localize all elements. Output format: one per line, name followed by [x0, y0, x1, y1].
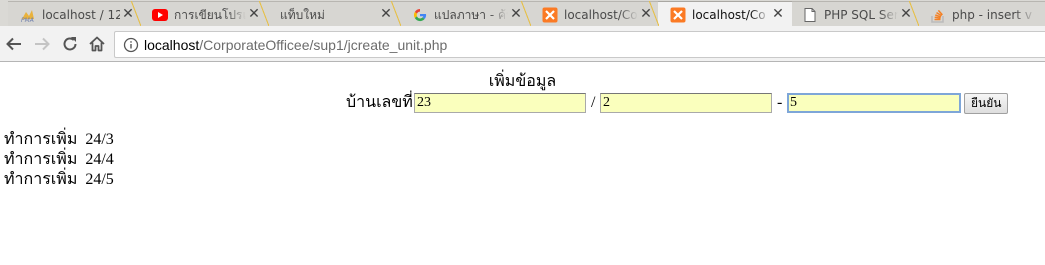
tab-title: localhost / 12 — [42, 8, 120, 22]
tab-strip: PMA localhost / 12 ✕ การเขียนโปรแกรม ✕ แ… — [0, 0, 1045, 26]
result-text: ทำการเพิ่ม — [4, 131, 78, 148]
home-icon[interactable] — [87, 34, 107, 54]
info-icon[interactable] — [123, 37, 139, 53]
result-value: 24/5 — [85, 171, 114, 188]
page-title: เพิ่มข้อมูล — [488, 73, 557, 90]
tab-phpmyadmin[interactable]: PMA localhost / 12 ✕ — [8, 1, 142, 26]
dash-separator: - — [777, 94, 783, 111]
result-text: ทำการเพิ่ม — [4, 171, 78, 188]
xampp-icon — [670, 7, 686, 23]
forward-arrow-icon[interactable] — [32, 34, 52, 54]
xampp-icon — [542, 7, 558, 23]
result-value: 24/4 — [85, 151, 114, 168]
google-icon — [412, 7, 428, 23]
house-number-field-2[interactable] — [600, 93, 772, 113]
svg-text:PMA: PMA — [21, 17, 34, 23]
youtube-icon — [152, 7, 168, 23]
close-icon[interactable]: ✕ — [770, 6, 786, 22]
page-content: เพิ่มข้อมูล บ้านเลขที่ / - ยืนยัน ทำการเ… — [0, 62, 1045, 265]
tab-stackoverflow[interactable]: php - insert v ✕ — [909, 1, 1045, 26]
tab-title: การเขียนโปรแกรม — [174, 8, 246, 22]
tab-youtube[interactable]: การเขียนโปรแกรม ✕ — [131, 1, 268, 26]
slash-separator: / — [591, 94, 596, 111]
tab-localhost-active[interactable]: localhost/Co ✕ — [649, 1, 792, 26]
tab-php-sql-server[interactable]: PHP SQL Ser ✕ — [781, 1, 920, 26]
stackoverflow-icon — [930, 7, 946, 23]
back-arrow-icon[interactable] — [4, 34, 24, 54]
list-item: ทำการเพิ่ม 24/5 — [4, 171, 114, 191]
result-value: 24/3 — [85, 131, 114, 148]
address-bar[interactable]: localhost/CorporateOfficee/sup1/jcreate_… — [114, 31, 1045, 58]
reload-icon[interactable] — [60, 34, 80, 54]
tab-new-tab[interactable]: แท็บใหม่ ✕ — [259, 1, 400, 26]
list-item: ทำการเพิ่ม 24/3 — [4, 131, 114, 151]
tab-title: แปลภาษา - ค้นหา — [434, 8, 508, 22]
tab-title: php - insert v — [952, 8, 1032, 22]
tab-title: PHP SQL Ser — [824, 8, 898, 22]
document-icon — [802, 7, 818, 23]
url-host: localhost — [144, 37, 200, 53]
url-text[interactable]: localhost/CorporateOfficee/sup1/jcreate_… — [144, 37, 447, 53]
list-item: ทำการเพิ่ม 24/4 — [4, 151, 114, 171]
tab-title: localhost/Co — [692, 8, 766, 22]
house-number-field-1[interactable] — [414, 93, 586, 113]
result-text: ทำการเพิ่ม — [4, 151, 78, 168]
submit-button[interactable]: ยืนยัน — [964, 93, 1009, 114]
tab-google-translate[interactable]: แปลภาษา - ค้นหา ✕ — [391, 1, 530, 26]
phpmyadmin-icon: PMA — [20, 7, 36, 23]
house-number-field-3[interactable] — [787, 93, 961, 113]
tab-title: localhost/Co — [564, 8, 638, 22]
results-list: ทำการเพิ่ม 24/3 ทำการเพิ่ม 24/4 ทำการเพิ่ม… — [4, 131, 114, 191]
tab-title: แท็บใหม่ — [280, 8, 325, 22]
url-path: /CorporateOfficee/sup1/jcreate_unit.php — [199, 37, 448, 53]
house-number-label: บ้านเลขที่ — [346, 94, 413, 111]
tab-localhost-1[interactable]: localhost/Co ✕ — [521, 1, 660, 26]
browser-toolbar: localhost/CorporateOfficee/sup1/jcreate_… — [0, 26, 1045, 62]
